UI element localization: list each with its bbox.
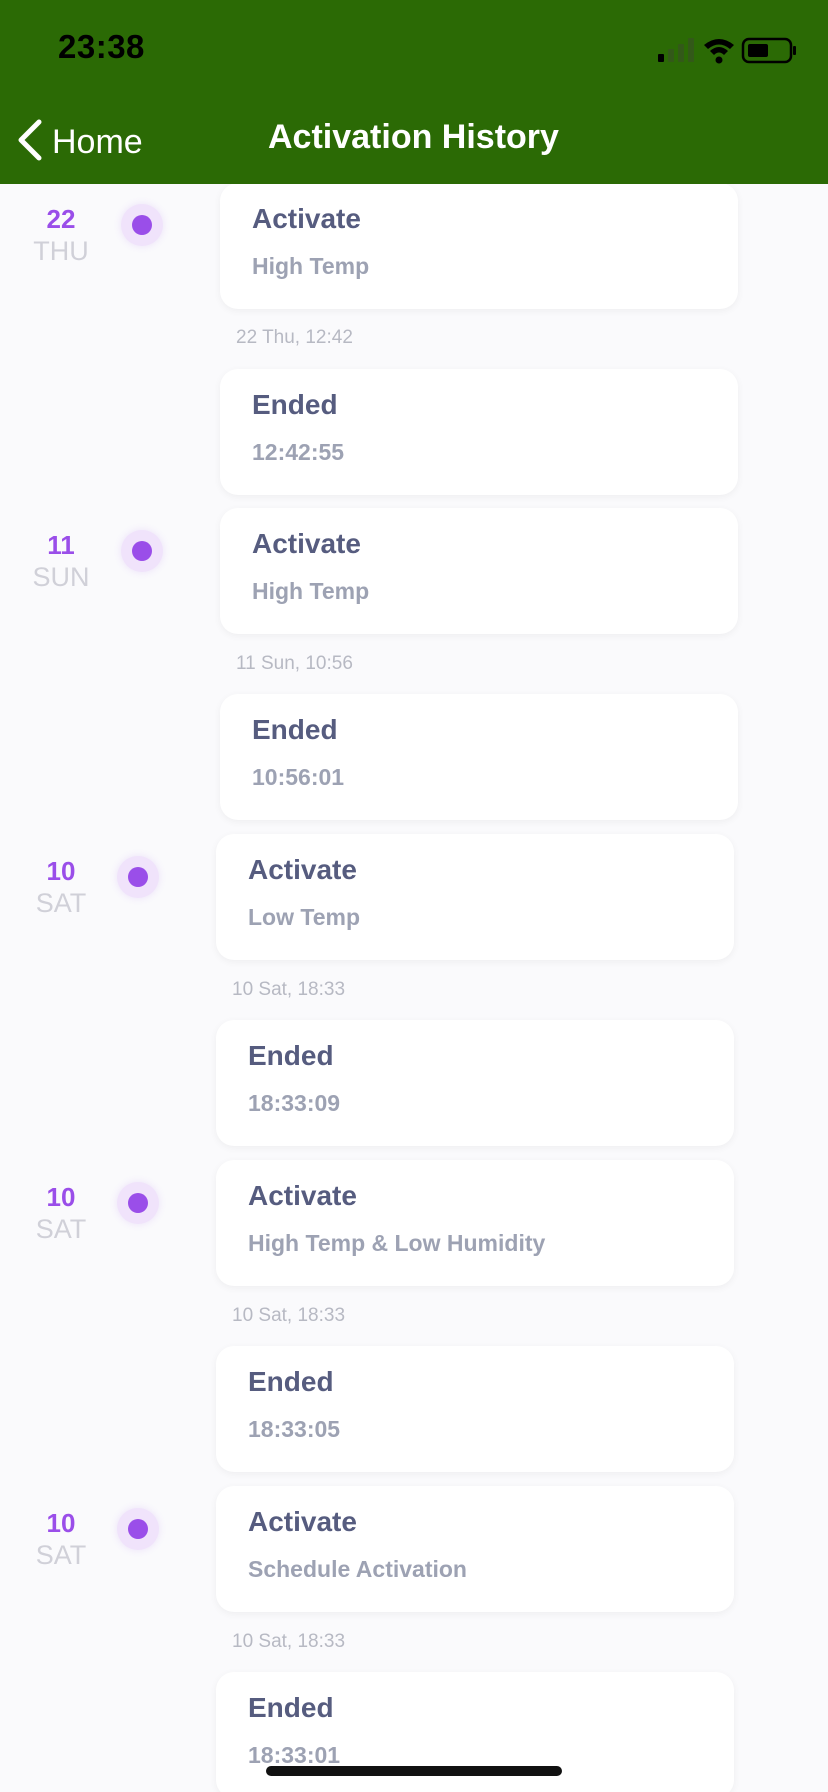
date-label: 10 SAT (21, 1508, 101, 1572)
app-header: 23:38 Home Activation History (0, 0, 828, 184)
card-ended-time: 12:42:55 (252, 439, 345, 465)
activation-card[interactable]: Activate Low Temp (216, 834, 734, 960)
card-title: Ended (252, 714, 338, 745)
card-title: Ended (248, 1366, 334, 1397)
card-title: Activate (248, 854, 357, 885)
activation-card[interactable]: Activate High Temp & Low Humidity (216, 1160, 734, 1286)
ended-card[interactable]: Ended 18:33:09 (216, 1020, 734, 1146)
card-title: Activate (252, 203, 361, 234)
activation-card[interactable]: Activate High Temp (220, 508, 738, 634)
card-trigger: Low Temp (248, 904, 361, 930)
activation-card[interactable]: Activate Schedule Activation (216, 1486, 734, 1612)
date-label: 10 SAT (21, 856, 101, 920)
card-ended-time: 18:33:05 (248, 1416, 341, 1442)
ended-card[interactable]: Ended 12:42:55 (220, 369, 738, 495)
date-label: 10 SAT (21, 1182, 101, 1246)
card-trigger: High Temp (252, 578, 370, 604)
status-time: 23:38 (58, 28, 145, 65)
timeline-dot-icon (121, 204, 163, 246)
date-label: 11 SUN (21, 530, 101, 594)
card-title: Activate (248, 1506, 357, 1537)
date-number: 10 (46, 1508, 76, 1538)
timestamp: 10 Sat, 18:33 (232, 1305, 346, 1326)
date-number: 10 (46, 856, 76, 886)
date-weekday: SAT (35, 1540, 87, 1570)
card-title: Ended (252, 389, 338, 420)
wifi-icon (704, 39, 734, 64)
card-title: Activate (248, 1180, 357, 1211)
card-ended-time: 18:33:09 (248, 1090, 341, 1116)
date-number: 11 (47, 530, 75, 560)
timestamp: 10 Sat, 18:33 (232, 1631, 346, 1652)
card-title: Activate (252, 528, 361, 559)
timestamp: 11 Sun, 10:56 (236, 653, 353, 674)
timeline-dot-icon (117, 1182, 159, 1224)
timestamp: 10 Sat, 18:33 (232, 979, 346, 1000)
date-weekday: THU (33, 236, 89, 266)
card-ended-time: 10:56:01 (252, 764, 345, 790)
timeline-dot-icon (117, 856, 159, 898)
home-indicator[interactable] (266, 1766, 562, 1776)
card-ended-time: 18:33:01 (248, 1742, 341, 1768)
timeline-dot-icon (117, 1508, 159, 1550)
date-label: 22 THU (21, 204, 101, 268)
card-trigger: High Temp & Low Humidity (248, 1230, 546, 1256)
status-icons (658, 34, 798, 68)
date-weekday: SUN (32, 562, 90, 592)
card-title: Ended (248, 1040, 334, 1071)
battery-icon (741, 37, 796, 64)
page-title: Activation History (268, 118, 559, 156)
card-title: Ended (248, 1692, 334, 1723)
chevron-left-icon (14, 118, 44, 167)
back-label: Home (52, 122, 143, 161)
history-list[interactable]: 22 THU Activate High Temp 22 Thu, 12:42 … (0, 184, 828, 1792)
date-weekday: SAT (35, 1214, 87, 1244)
ended-card[interactable]: Ended 10:56:01 (220, 694, 738, 820)
ended-card[interactable]: Ended 18:33:05 (216, 1346, 734, 1472)
card-trigger: Schedule Activation (248, 1556, 467, 1582)
date-weekday: SAT (35, 888, 87, 918)
back-button[interactable]: Home (14, 116, 143, 168)
timestamp: 22 Thu, 12:42 (236, 327, 353, 348)
activation-card[interactable]: Activate High Temp (220, 184, 738, 309)
timeline-dot-icon (121, 530, 163, 572)
date-number: 22 (46, 204, 76, 234)
card-trigger: High Temp (252, 253, 370, 279)
cellular-signal-icon (658, 38, 694, 62)
date-number: 10 (46, 1182, 76, 1212)
